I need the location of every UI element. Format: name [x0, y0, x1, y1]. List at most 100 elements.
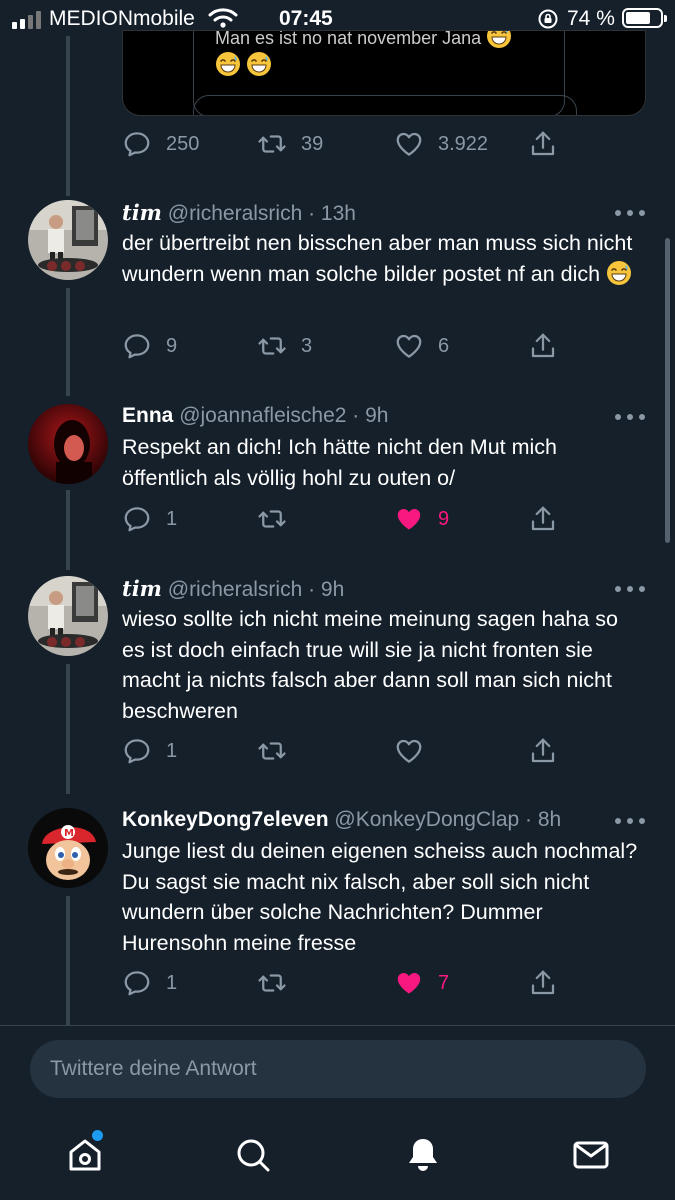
tweet-header: tim @richeralsrich · 13h [122, 200, 356, 226]
more-options-icon[interactable] [615, 584, 645, 594]
like-count: 7 [438, 971, 450, 994]
display-name[interactable]: tim [122, 200, 162, 225]
retweet-button[interactable] [257, 735, 287, 767]
tweet-actions: 1 7 [122, 967, 582, 999]
timestamp: · 8h [525, 808, 562, 831]
heart-icon [394, 331, 424, 361]
share-button[interactable] [528, 330, 558, 362]
tweet-actions: 9 3 6 [122, 330, 582, 362]
share-button[interactable] [528, 128, 558, 160]
reply-count: 9 [166, 334, 178, 357]
like-button[interactable] [394, 735, 424, 767]
heart-filled-icon [394, 968, 424, 998]
embedded-text: Man es ist no nat november Jana [215, 31, 512, 49]
handle[interactable]: @KonkeyDongClap [334, 808, 519, 831]
avatar[interactable] [28, 200, 108, 280]
handle[interactable]: @joannafleische2 [179, 404, 346, 427]
retweet-button[interactable]: 3 [257, 330, 312, 362]
timestamp: · 9h [308, 578, 345, 601]
display-name[interactable]: KonkeyDong7eleven [122, 808, 329, 831]
reply-icon [122, 129, 152, 159]
share-icon [528, 736, 558, 766]
reply-button[interactable]: 1 [122, 967, 177, 999]
retweet-button[interactable]: 39 [257, 128, 323, 160]
tweet-actions: 250 39 3.922 [122, 128, 582, 160]
battery-icon [622, 8, 667, 28]
timestamp: · 13h [308, 202, 356, 225]
svg-text:M: M [64, 828, 74, 839]
tweet-actions: 1 9 [122, 503, 582, 535]
tweet-header: tim @richeralsrich · 9h [122, 576, 344, 602]
tweet-header: Enna @joannafleische2 · 9h [122, 404, 388, 428]
like-button[interactable]: 6 [394, 330, 449, 362]
heart-icon [394, 129, 424, 159]
grinning-sweat-emoji [215, 51, 241, 77]
thread-line [66, 490, 70, 570]
handle[interactable]: @richeralsrich [168, 202, 303, 225]
share-icon [528, 504, 558, 534]
retweet-count: 39 [301, 132, 324, 155]
thread-line [66, 664, 70, 794]
embedded-media-card[interactable]: Man es ist no nat november Jana [122, 30, 646, 116]
tweet-text: wieso sollte ich nicht meine meinung sag… [122, 607, 618, 723]
tab-messages[interactable] [566, 1130, 616, 1180]
tab-notifications[interactable] [398, 1130, 448, 1180]
retweet-icon [257, 968, 287, 998]
embedded-emojis [215, 51, 272, 77]
timestamp: · 9h [352, 404, 389, 427]
share-icon [528, 968, 558, 998]
share-icon [528, 129, 558, 159]
signal-icon [12, 11, 41, 29]
share-button[interactable] [528, 503, 558, 535]
like-button[interactable]: 3.922 [394, 128, 488, 160]
reply-icon [122, 736, 152, 766]
share-icon [528, 331, 558, 361]
avatar[interactable] [28, 404, 108, 484]
reply-input[interactable] [50, 1040, 630, 1098]
grinning-sweat-emoji [606, 260, 632, 286]
tweet-text: Respekt an dich! Ich hätte nicht den Mut… [122, 435, 558, 490]
avatar[interactable]: M [28, 808, 108, 888]
retweet-button[interactable] [257, 503, 287, 535]
reply-button[interactable]: 250 [122, 128, 199, 160]
tab-search[interactable] [228, 1130, 278, 1180]
tweet-text: der übertreibt nen bisschen aber man mus… [122, 231, 633, 286]
like-count: 6 [438, 334, 450, 357]
reply-icon [122, 504, 152, 534]
handle[interactable]: @richeralsrich [168, 578, 303, 601]
tweet-actions: 1 [122, 735, 582, 767]
retweet-button[interactable] [257, 967, 287, 999]
reply-button[interactable]: 9 [122, 330, 177, 362]
like-count: 9 [438, 507, 450, 530]
reply-button[interactable]: 1 [122, 503, 177, 535]
avatar[interactable] [28, 576, 108, 656]
heart-icon [394, 736, 424, 766]
carrier-name: MEDIONmobile [49, 7, 195, 30]
reply-count: 1 [166, 507, 178, 530]
embedded-message-bubble [193, 95, 577, 115]
mail-icon [573, 1141, 609, 1169]
reply-count: 250 [166, 132, 200, 155]
more-options-icon[interactable] [615, 208, 645, 218]
bottom-navigation [0, 1108, 675, 1200]
reply-composer[interactable] [30, 1040, 646, 1098]
like-count: 3.922 [438, 132, 489, 155]
more-options-icon[interactable] [615, 412, 645, 422]
like-button[interactable]: 9 [394, 503, 449, 535]
display-name[interactable]: Enna [122, 404, 173, 427]
reply-icon [122, 968, 152, 998]
thread-line [66, 896, 70, 1026]
tweet-text: Junge liest du deinen eigenen scheiss au… [122, 839, 638, 955]
retweet-count: 3 [301, 334, 313, 357]
home-icon [69, 1139, 101, 1171]
display-name[interactable]: tim [122, 576, 162, 601]
clock: 07:45 [279, 7, 333, 30]
share-button[interactable] [528, 967, 558, 999]
share-button[interactable] [528, 735, 558, 767]
scrollbar[interactable] [665, 238, 670, 543]
thread-line [66, 288, 70, 396]
reply-button[interactable]: 1 [122, 735, 177, 767]
heart-filled-icon [394, 504, 424, 534]
more-options-icon[interactable] [615, 816, 645, 826]
like-button[interactable]: 7 [394, 967, 449, 999]
